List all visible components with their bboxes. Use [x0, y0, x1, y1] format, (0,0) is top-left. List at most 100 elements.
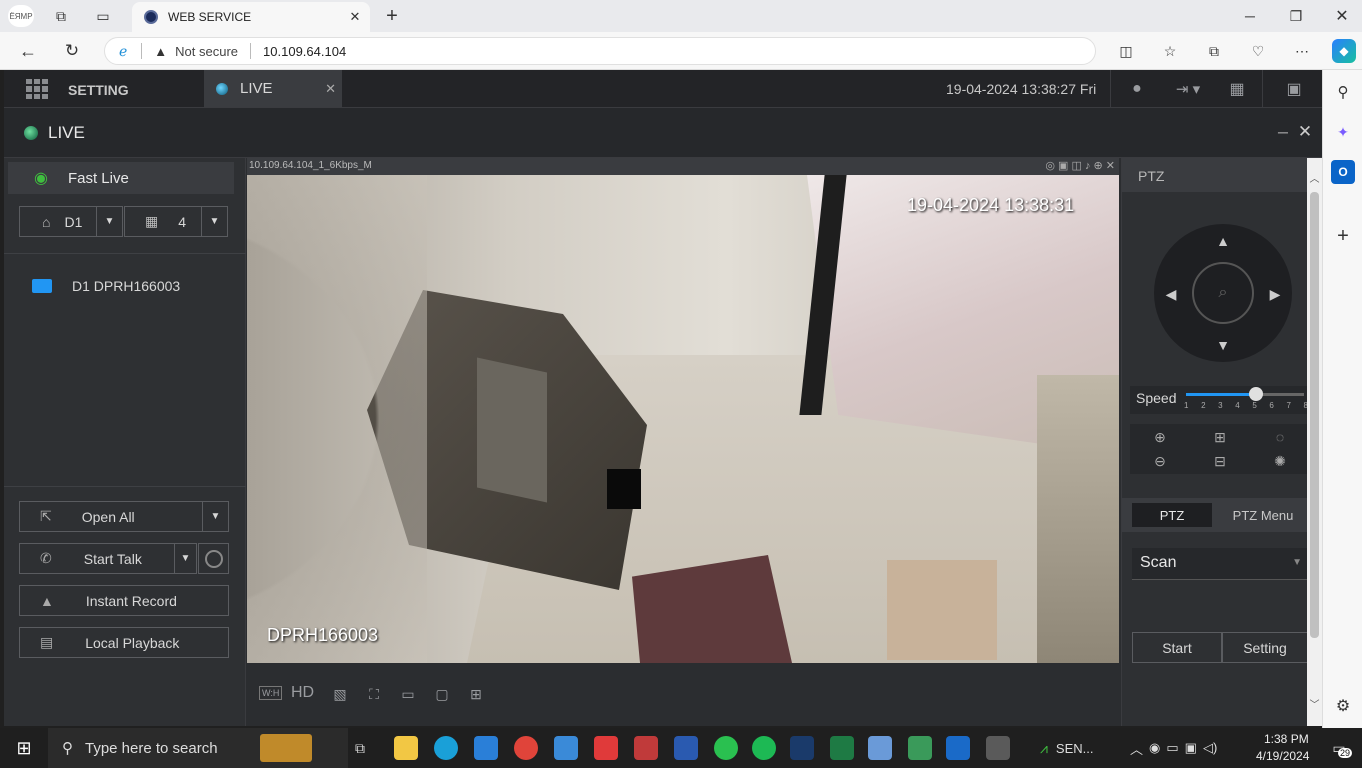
collections-icon[interactable]: ⧉	[1202, 39, 1226, 63]
fullscreen-icon[interactable]: ⛶	[363, 684, 385, 704]
start-talk-button[interactable]: ✆ Start Talk ▼	[19, 543, 197, 574]
tab-actions-icon[interactable]: ▭	[92, 6, 114, 26]
url-text[interactable]: 10.109.64.104	[263, 44, 346, 59]
anydesk-icon[interactable]	[594, 736, 618, 760]
window-mode-icon[interactable]: ▭	[397, 684, 419, 704]
excel-icon[interactable]	[830, 736, 854, 760]
menu-grid-icon[interactable]	[26, 79, 48, 99]
device-dropdown-icon[interactable]: ▼	[96, 207, 122, 236]
quad-view-icon[interactable]: ⊞	[465, 684, 487, 704]
extensions-icon[interactable]: ♡	[1246, 39, 1270, 63]
system-tray[interactable]: ︿ ◉ ▭ ▣ ◁)	[1130, 738, 1250, 758]
camera-tray-icon[interactable]: ◉	[1149, 740, 1160, 756]
refresh-icon[interactable]: ↻	[60, 39, 84, 63]
layout-dropdown-icon[interactable]: ▼	[201, 207, 227, 236]
favorites-bar-icon[interactable]: ☆	[1158, 39, 1182, 63]
pan-down-icon[interactable]: ▼	[1213, 336, 1233, 354]
fast-live-item[interactable]: ◉ Fast Live	[8, 162, 234, 194]
sidebar-settings-icon[interactable]: ⚙	[1331, 694, 1355, 718]
open-all-button[interactable]: ⇱ Open All ▼	[19, 501, 229, 532]
zoom-in-icon[interactable]: ⊕	[1150, 427, 1170, 447]
close-panel-icon[interactable]: ✕	[1296, 122, 1314, 142]
pan-up-icon[interactable]: ▲	[1213, 232, 1233, 250]
pan-left-icon[interactable]: ◀	[1162, 284, 1180, 304]
mail-icon[interactable]	[554, 736, 578, 760]
calculator-icon[interactable]	[986, 736, 1010, 760]
store-icon[interactable]	[474, 736, 498, 760]
video-controls-icons[interactable]: ◎ ▣ ◫ ♪ ⊕ ✕	[1045, 159, 1115, 172]
minimize-icon[interactable]: ─	[1236, 4, 1264, 28]
close-window-icon[interactable]: ✕	[1328, 4, 1356, 28]
local-playback-button[interactable]: ▤ Local Playback	[19, 627, 229, 658]
live-tab[interactable]: LIVE ✕	[204, 70, 342, 107]
network-icon[interactable]: ▣	[1185, 740, 1197, 756]
tab-ptz[interactable]: PTZ	[1132, 503, 1212, 527]
logout-icon[interactable]: ⇥ ▾	[1170, 79, 1206, 99]
restore-icon[interactable]: ❐	[1282, 4, 1310, 28]
sensex-widget[interactable]: ⩘ SEN...	[1040, 736, 1120, 760]
start-talk-dropdown-icon[interactable]: ▼	[174, 544, 196, 573]
volume-icon[interactable]: ◁)	[1203, 740, 1217, 756]
instant-record-button[interactable]: ▲ Instant Record	[19, 585, 229, 616]
spotify-icon[interactable]	[752, 736, 776, 760]
sheet-icon[interactable]	[908, 736, 932, 760]
search-icon[interactable]: ⚲	[1331, 80, 1355, 104]
page-scrollbar[interactable]: ︿ ﹀	[1307, 158, 1322, 726]
ie-mode-icon[interactable]: ℯ	[119, 43, 127, 60]
ptz-mode-select[interactable]: Scan ▼	[1132, 548, 1308, 580]
tally-icon[interactable]	[790, 736, 814, 760]
open-all-dropdown-icon[interactable]: ▼	[202, 502, 228, 531]
copilot-icon[interactable]: ◆	[1332, 39, 1356, 63]
focus-far-icon[interactable]: ⊟	[1210, 451, 1230, 471]
url-bar[interactable]: ℯ ▲ Not secure 10.109.64.104	[104, 37, 1096, 65]
battery-icon[interactable]: ▭	[1166, 740, 1178, 756]
more-icon[interactable]: ⋯	[1290, 39, 1314, 63]
whatsapp-icon[interactable]	[714, 736, 738, 760]
start-icon[interactable]: ⊞	[12, 736, 36, 760]
scroll-thumb[interactable]	[1310, 192, 1319, 638]
camera-video-feed[interactable]: 19-04-2024 13:38:31 DPRH166003	[247, 175, 1119, 663]
aspect-ratio-button[interactable]: W:H	[259, 686, 283, 700]
browser-tab[interactable]: WEB SERVICE ✕	[132, 2, 370, 32]
add-sidebar-icon[interactable]: +	[1331, 224, 1355, 248]
notes-icon[interactable]	[868, 736, 892, 760]
security-label[interactable]: Not secure	[175, 44, 238, 59]
copilot-sidebar-icon[interactable]: ✦	[1331, 120, 1355, 144]
profile-icon[interactable]: ЁЯМР	[8, 5, 34, 27]
qrcode-icon[interactable]: ▦	[1226, 79, 1248, 99]
split-screen-icon[interactable]: ◫	[1114, 39, 1138, 63]
iris-open-icon[interactable]: ◌	[1270, 427, 1290, 447]
warning-icon[interactable]: ▲	[154, 44, 167, 59]
news-icon[interactable]	[674, 736, 698, 760]
clock-time[interactable]: 1:38 PM	[1264, 732, 1309, 746]
pan-right-icon[interactable]: ▶	[1266, 284, 1284, 304]
device-list-item[interactable]: D1 DPRH166003	[4, 270, 246, 302]
outlook-taskbar-icon[interactable]	[946, 736, 970, 760]
ptz-start-button[interactable]: Start	[1132, 632, 1222, 663]
ptz-setting-button[interactable]: Setting	[1222, 632, 1308, 663]
display-icon[interactable]: ▣	[1282, 79, 1306, 99]
scroll-down-icon[interactable]: ﹀	[1307, 696, 1322, 711]
close-live-tab-icon[interactable]: ✕	[325, 81, 336, 97]
layout-select[interactable]: ▦ 4 ▼	[124, 206, 228, 237]
clock-date[interactable]: 4/19/2024	[1256, 749, 1309, 763]
workspaces-icon[interactable]: ⧉	[50, 6, 72, 26]
ptz-center-icon[interactable]: ⌕	[1192, 262, 1254, 324]
back-icon[interactable]: ←	[16, 39, 40, 63]
taskbar-search[interactable]: ⚲ Type here to search	[48, 728, 348, 768]
chrome-icon[interactable]	[514, 736, 538, 760]
minimize-panel-icon[interactable]: ─	[1274, 122, 1292, 142]
edge-icon[interactable]	[434, 736, 458, 760]
chevron-up-icon[interactable]: ︿	[1130, 739, 1143, 758]
speed-slider[interactable]	[1186, 387, 1304, 401]
zoom-out-icon[interactable]: ⊖	[1150, 451, 1170, 471]
device-select[interactable]: ⌂ D1 ▼	[19, 206, 123, 237]
outlook-icon[interactable]: O	[1331, 160, 1355, 184]
close-tab-icon[interactable]: ✕	[346, 8, 364, 26]
task-view-icon[interactable]: ⧉	[348, 736, 372, 760]
app-icon[interactable]	[634, 736, 658, 760]
hd-button[interactable]: HD	[291, 684, 314, 702]
speed-slider-handle[interactable]	[1249, 387, 1263, 401]
ptz-direction-pad[interactable]: ▲ ▼ ◀ ▶ ⌕	[1154, 224, 1292, 362]
iris-close-icon[interactable]: ✺	[1270, 451, 1290, 471]
